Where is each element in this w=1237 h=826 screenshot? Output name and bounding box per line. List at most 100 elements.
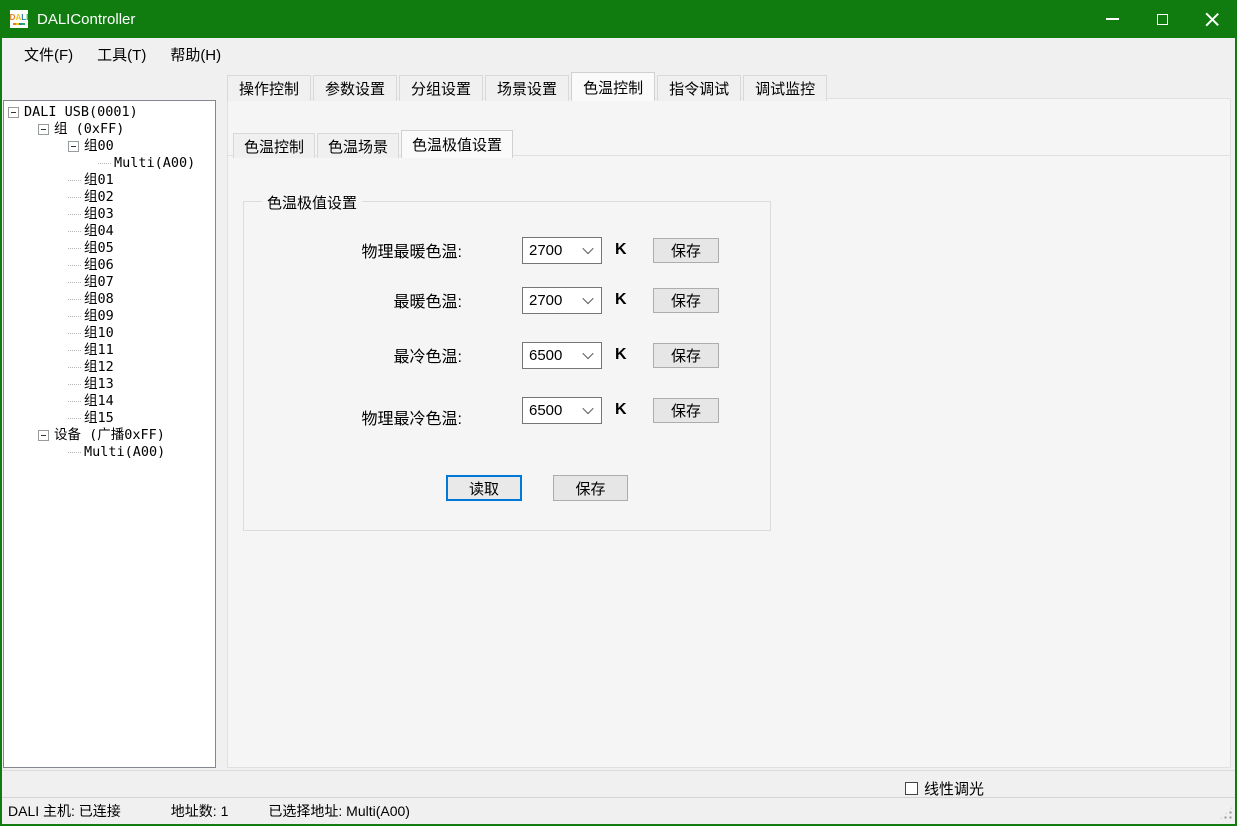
tree-item[interactable]: 组 (0xFF): [4, 121, 215, 138]
ct-extremes-groupbox: 色温极值设置 物理最暖色温: 2700 K 保存 最暖色温: 2700 K 保存: [243, 201, 771, 531]
main-tab[interactable]: 调试监控: [743, 75, 827, 101]
window-title: DALIController: [37, 11, 135, 28]
tree-item[interactable]: 组11: [4, 342, 215, 359]
tree-item[interactable]: 组08: [4, 291, 215, 308]
tree-item[interactable]: DALI USB(0001): [4, 104, 215, 121]
menu-item-label: 文件(F): [24, 47, 73, 64]
tree-item[interactable]: 组00: [4, 138, 215, 155]
sub-tab[interactable]: 色温场景: [317, 133, 399, 158]
tree-connector: [68, 367, 81, 368]
status-selected-address: 已选择地址: Multi(A00): [268, 801, 410, 821]
save-button[interactable]: 保存: [653, 343, 719, 368]
menu-item-label: 工具(T): [97, 47, 146, 64]
physical-warmest-combobox[interactable]: 2700: [522, 237, 602, 264]
tree-connector: [68, 197, 81, 198]
main-tab[interactable]: 指令调试: [657, 75, 741, 101]
tree-item[interactable]: 组07: [4, 274, 215, 291]
menu-item[interactable]: 帮助(H): [158, 39, 233, 70]
tree-item-label: Multi(A00): [114, 155, 195, 172]
main-tab[interactable]: 色温控制: [571, 72, 655, 101]
save-button[interactable]: 保存: [653, 398, 719, 423]
physical-coolest-combobox[interactable]: 6500: [522, 397, 602, 424]
tree-item[interactable]: 组14: [4, 393, 215, 410]
read-button[interactable]: 读取: [446, 475, 522, 501]
save-button[interactable]: 保存: [653, 288, 719, 313]
main-tab[interactable]: 操作控制: [227, 75, 311, 101]
tree-item-label: 组09: [84, 308, 114, 325]
tree-item-label: 组03: [84, 206, 114, 223]
combo-value: 2700: [523, 242, 584, 259]
maximize-button[interactable]: [1137, 0, 1187, 38]
unit-label: K: [615, 346, 629, 364]
sub-tab-label: 色温极值设置: [412, 134, 502, 155]
tree-connector: [68, 384, 81, 385]
tree-item[interactable]: Multi(A00): [4, 444, 215, 461]
menu-item[interactable]: 工具(T): [85, 39, 158, 70]
tree-item[interactable]: 组12: [4, 359, 215, 376]
tree-collapse-icon[interactable]: [8, 107, 19, 118]
tree-connector: [68, 282, 81, 283]
tree-collapse-icon[interactable]: [68, 141, 79, 152]
menu-item[interactable]: 文件(F): [12, 39, 85, 70]
tree-item[interactable]: 组01: [4, 172, 215, 189]
minimize-icon: [1106, 18, 1119, 20]
tree-connector: [68, 180, 81, 181]
main-tab-label: 操作控制: [239, 78, 299, 99]
sub-tab[interactable]: 色温控制: [233, 133, 315, 158]
chevron-down-icon: [582, 293, 593, 304]
warmest-combobox[interactable]: 2700: [522, 287, 602, 314]
tree-item-label: 组01: [84, 172, 114, 189]
tree-connector: [68, 231, 81, 232]
tree-item-label: 组14: [84, 393, 114, 410]
tree-item[interactable]: Multi(A00): [4, 155, 215, 172]
linear-dimming-option[interactable]: 线性调光: [905, 778, 984, 799]
main-tab[interactable]: 场景设置: [485, 75, 569, 101]
main-tabstrip: 操作控制参数设置分组设置场景设置色温控制指令调试调试监控: [227, 72, 829, 101]
tree-item[interactable]: 组06: [4, 257, 215, 274]
tree-item[interactable]: 组05: [4, 240, 215, 257]
tree-item-label: 组13: [84, 376, 114, 393]
tree-item-label: Multi(A00): [84, 444, 165, 461]
tree-item-label: 组04: [84, 223, 114, 240]
resize-grip-icon[interactable]: [1219, 806, 1233, 820]
tree-item[interactable]: 组02: [4, 189, 215, 206]
tree-item[interactable]: 组03: [4, 206, 215, 223]
tree-item-label: 组02: [84, 189, 114, 206]
sub-tab[interactable]: 色温极值设置: [401, 130, 513, 158]
row-label: 物理最暖色温:: [244, 238, 462, 262]
minimize-button[interactable]: [1087, 0, 1137, 38]
tree-item-label: DALI USB(0001): [24, 104, 138, 121]
tree-item-label: 组05: [84, 240, 114, 257]
status-host-connection: DALI 主机: 已连接: [8, 801, 121, 821]
sub-tab-label: 色温场景: [328, 136, 388, 157]
app-icon: DALI: [10, 10, 28, 28]
tree-item-label: 组07: [84, 274, 114, 291]
tree-item-label: 组15: [84, 410, 114, 427]
chevron-down-icon: [582, 403, 593, 414]
close-button[interactable]: [1187, 0, 1237, 38]
linear-dimming-checkbox[interactable]: [905, 782, 918, 795]
tree-item[interactable]: 组15: [4, 410, 215, 427]
coolest-combobox[interactable]: 6500: [522, 342, 602, 369]
tree-collapse-icon[interactable]: [38, 124, 49, 135]
device-tree-panel: DALI USB(0001) 组 (0xFF) 组00 Multi(A00) 组…: [3, 100, 216, 768]
save-button[interactable]: 保存: [653, 238, 719, 263]
tree-connector: [68, 333, 81, 334]
main-tab-label: 场景设置: [497, 78, 557, 99]
chevron-down-icon: [582, 243, 593, 254]
tree-item-label: 组10: [84, 325, 114, 342]
tree-item[interactable]: 组13: [4, 376, 215, 393]
tree-collapse-icon[interactable]: [38, 430, 49, 441]
tree-item[interactable]: 组10: [4, 325, 215, 342]
main-tab[interactable]: 参数设置: [313, 75, 397, 101]
footer-divider: [0, 770, 1237, 771]
row-label: 最暖色温:: [244, 288, 462, 312]
save-all-button[interactable]: 保存: [553, 475, 628, 501]
tree-item-label: 组12: [84, 359, 114, 376]
main-tab[interactable]: 分组设置: [399, 75, 483, 101]
tree-item[interactable]: 设备 (广播0xFF): [4, 427, 215, 444]
tree-item[interactable]: 组09: [4, 308, 215, 325]
tree-item[interactable]: 组04: [4, 223, 215, 240]
ct-row-physical-warmest: 物理最暖色温: 2700 K 保存: [244, 235, 770, 265]
tree-connector: [68, 350, 81, 351]
